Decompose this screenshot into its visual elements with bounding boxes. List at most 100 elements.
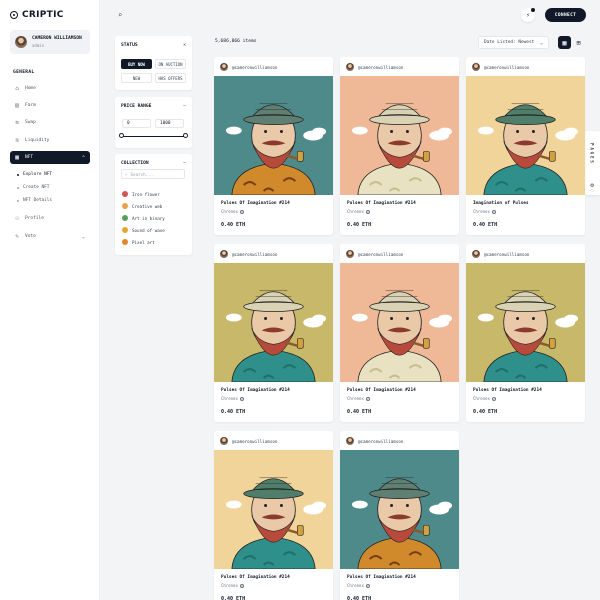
nft-icon: ▦	[15, 154, 19, 161]
avatar	[346, 437, 354, 445]
logo-icon	[10, 11, 18, 19]
card-title[interactable]: Pulses Of Imagination #214	[347, 575, 416, 580]
compact-grid-view-button[interactable]: ⊞	[572, 36, 585, 49]
nft-card[interactable]: @cameronwilliamson Pulses Of Imagination…	[466, 244, 585, 422]
sidebar-item-liquidity[interactable]: ≋ Liquidity	[10, 134, 90, 147]
card-title[interactable]: Pulses Of Imagination #214	[221, 575, 290, 580]
sidebar-item-profile[interactable]: ⚇ Profile	[10, 212, 90, 225]
collection-search-input[interactable]: ⌕ Search...	[121, 169, 185, 179]
creator-name: Chrenex	[221, 396, 238, 401]
card-owner-row[interactable]: @cameronwilliamson	[472, 63, 529, 71]
sidebar-item-farm[interactable]: ▤ Farm	[10, 99, 90, 112]
sidebar-item-label: Farm	[25, 103, 36, 108]
pages-label: PAGES	[589, 143, 595, 165]
status-new-button[interactable]: NEW	[121, 73, 152, 83]
verified-icon: ✓	[491, 396, 496, 401]
nft-card[interactable]: @cameronwilliamson Pulses Of Imagination…	[340, 57, 459, 235]
card-owner-row[interactable]: @cameronwilliamson	[346, 63, 403, 71]
nft-artwork-image[interactable]	[340, 450, 459, 569]
card-title[interactable]: Pulses Of Imagination #214	[221, 388, 290, 393]
status-on-auction-button[interactable]: ON AUCTION	[155, 59, 186, 69]
sort-select[interactable]: Date Listed: Newest ⌄	[478, 36, 549, 49]
price-min-handle[interactable]	[119, 133, 124, 138]
sidebar-subitem-nft-details[interactable]: NFT Details	[17, 198, 52, 203]
card-title[interactable]: Pulses Of Imagination #214	[473, 388, 542, 393]
collection-label: Creative web	[132, 203, 163, 209]
sidebar-subitem-explore-nft[interactable]: Explore NFT	[17, 172, 52, 177]
logo[interactable]: CRIPTIC	[10, 10, 64, 20]
sidebar-item-swap[interactable]: ⇆ Swap	[10, 116, 90, 129]
gas-button[interactable]: ⚡	[521, 8, 535, 22]
avatar	[15, 36, 27, 48]
nft-artwork-image[interactable]	[214, 76, 333, 195]
nft-card[interactable]: @cameronwilliamson Pulses Of Imagination…	[340, 431, 459, 600]
collection-item[interactable]: Creative web	[122, 203, 162, 209]
price-max-handle[interactable]	[183, 133, 188, 138]
avatar	[346, 250, 354, 258]
pages-drawer-tab[interactable]: PAGES ⚙	[584, 131, 600, 195]
nft-artwork-image[interactable]	[214, 263, 333, 382]
collection-label: Sound of wave	[132, 227, 165, 233]
grid-view-button[interactable]: ▦	[558, 36, 571, 49]
card-owner-handle: @cameronwilliamson	[232, 251, 278, 257]
profile-icon: ⚇	[15, 215, 19, 222]
connect-button[interactable]: CONNECT	[545, 8, 586, 22]
chevron-up-icon: ⌃	[81, 154, 85, 161]
verified-icon: ✓	[365, 209, 370, 214]
nft-card[interactable]: @cameronwilliamson Pulses Of Imagination…	[214, 57, 333, 235]
collection-item[interactable]: Sound of wave	[122, 227, 165, 233]
card-owner-row[interactable]: @cameronwilliamson	[346, 250, 403, 258]
collection-item[interactable]: Iron flower	[122, 191, 160, 197]
nft-card[interactable]: @cameronwilliamson Imagination of Pulses…	[466, 57, 585, 235]
card-price: 0.40 ETH	[221, 596, 246, 600]
nft-card[interactable]: @cameronwilliamson Pulses Of Imagination…	[214, 244, 333, 422]
sidebar-subitem-create-nft[interactable]: Create NFT	[17, 185, 49, 190]
nft-artwork-image[interactable]	[466, 263, 585, 382]
nft-card[interactable]: @cameronwilliamson Pulses Of Imagination…	[340, 244, 459, 422]
card-owner-row[interactable]: @cameronwilliamson	[220, 63, 277, 71]
price-min-input[interactable]: 0	[122, 119, 151, 128]
card-price: 0.40 ETH	[473, 409, 498, 415]
card-price: 0.40 ETH	[347, 409, 372, 415]
subitem-label: Explore NFT	[23, 172, 53, 177]
card-owner-row[interactable]: @cameronwilliamson	[346, 437, 403, 445]
card-title[interactable]: Pulses Of Imagination #214	[347, 388, 416, 393]
nft-artwork-image[interactable]	[466, 76, 585, 195]
card-title[interactable]: Pulses Of Imagination #214	[221, 201, 290, 206]
card-title[interactable]: Imagination of Pulses	[473, 201, 529, 206]
nft-artwork-image[interactable]	[214, 450, 333, 569]
card-price: 0.40 ETH	[221, 409, 246, 415]
chevron-down-icon: ⌄	[539, 39, 543, 46]
price-max-input[interactable]: 1000	[155, 119, 184, 128]
home-icon: ⌂	[15, 85, 19, 92]
price-range-track[interactable]	[122, 136, 185, 137]
minus-icon[interactable]: −	[183, 103, 186, 109]
sidebar-item-nft[interactable]: ▦ NFT ⌃	[10, 151, 90, 164]
collection-item[interactable]: Pixel art	[122, 239, 155, 245]
card-title[interactable]: Pulses Of Imagination #214	[347, 201, 416, 206]
card-creator: Chrenex ✓	[221, 209, 244, 214]
card-owner-row[interactable]: @cameronwilliamson	[220, 250, 277, 258]
sort-value: Date Listed: Newest	[484, 40, 535, 45]
status-buy-now-button[interactable]: BUY NOW	[121, 59, 152, 69]
minus-icon[interactable]: −	[183, 160, 186, 166]
nft-artwork-image[interactable]	[340, 76, 459, 195]
nft-artwork-image[interactable]	[340, 263, 459, 382]
bullet-icon	[17, 173, 19, 176]
sidebar-item-home[interactable]: ⌂ Home	[10, 82, 90, 95]
card-owner-row[interactable]: @cameronwilliamson	[472, 250, 529, 258]
sidebar-item-vote[interactable]: ✎ Vote ⌄	[10, 230, 90, 243]
nft-card[interactable]: @cameronwilliamson Pulses Of Imagination…	[214, 431, 333, 600]
close-icon[interactable]: ✕	[183, 42, 186, 48]
collection-item[interactable]: Art in binary	[122, 215, 165, 221]
card-creator: Chrenex ✓	[473, 209, 496, 214]
status-has-offers-button[interactable]: HAS OFFERS	[155, 73, 186, 83]
search-icon[interactable]: ⌕	[118, 11, 122, 19]
panel-title: STATUS	[121, 43, 138, 48]
card-price: 0.40 ETH	[221, 222, 246, 228]
creator-name: Chrenex	[221, 583, 238, 588]
collection-avatar-icon	[122, 203, 128, 209]
card-owner-row[interactable]: @cameronwilliamson	[220, 437, 277, 445]
subitem-label: Create NFT	[23, 185, 50, 190]
user-profile-card[interactable]: CAMERON WILLIAMSON admin	[10, 30, 90, 54]
